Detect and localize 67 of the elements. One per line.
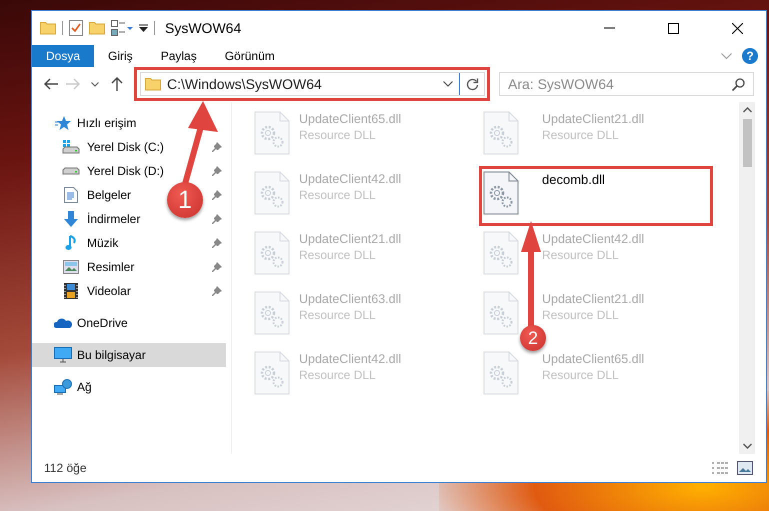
sidebar-item[interactable]: Belgeler	[62, 183, 132, 207]
address-field[interactable]: C:\Windows\SysWOW64	[140, 72, 485, 96]
search-icon[interactable]	[732, 78, 745, 90]
close-icon	[732, 22, 742, 34]
scrollbar-thumb[interactable]	[742, 119, 752, 167]
cloud-icon	[54, 317, 72, 329]
sidebar-item[interactable]: OneDrive	[54, 311, 128, 335]
sidebar-item[interactable]: Bu bilgisayar	[32, 343, 226, 367]
properties-icon[interactable]	[69, 20, 83, 36]
pin-icon[interactable]	[212, 286, 222, 296]
pin-icon[interactable]	[212, 142, 222, 152]
file-type: Resource DLL	[299, 368, 377, 382]
pin-icon[interactable]	[212, 190, 222, 200]
new-folder-icon[interactable]	[89, 21, 105, 35]
sidebar-item[interactable]: Müzik	[62, 231, 118, 255]
pin-icon[interactable]	[212, 238, 222, 248]
back-arrow-icon	[44, 78, 58, 90]
sidebar-item[interactable]: Hızlı erişim	[54, 111, 136, 135]
pictures-icon	[62, 260, 80, 274]
file-type: Resource DLL	[299, 188, 377, 202]
sidebar-item[interactable]: Videolar	[62, 279, 131, 303]
computer-icon	[54, 347, 72, 363]
folder-icon[interactable]	[40, 21, 56, 35]
system-drive-icon	[62, 139, 80, 155]
file-name[interactable]: decomb.dll	[542, 172, 605, 187]
videos-icon	[62, 283, 80, 299]
sidebar-item[interactable]: Resimler	[62, 255, 134, 279]
sidebar-item[interactable]: Yerel Disk (C:)	[62, 135, 164, 159]
view-options-icon[interactable]	[111, 20, 133, 36]
file-type: Resource DLL	[299, 248, 377, 262]
star-icon	[54, 115, 72, 131]
large-icons-view-icon[interactable]	[737, 461, 753, 475]
downloads-icon	[62, 211, 80, 227]
details-view-icon[interactable]	[711, 461, 729, 475]
file-type: Resource DLL	[299, 308, 377, 322]
file-type: Resource DLL	[299, 128, 377, 142]
caret-icon	[91, 82, 99, 86]
sidebar-item[interactable]: Ağ	[54, 375, 92, 399]
pin-icon[interactable]	[212, 214, 222, 224]
documents-icon	[62, 187, 80, 203]
pin-icon[interactable]	[212, 166, 222, 176]
drive-icon	[62, 167, 80, 175]
file-type: Resource DLL	[542, 128, 620, 142]
sidebar-item[interactable]: Yerel Disk (D:)	[62, 159, 164, 183]
item-count: 112 öğe	[44, 461, 86, 475]
ribbon-tab[interactable]: Dosya	[32, 45, 94, 67]
help-button[interactable]: ?	[742, 48, 758, 64]
forward-arrow-icon	[66, 78, 80, 90]
refresh-icon	[466, 78, 478, 90]
scrollbar[interactable]	[739, 102, 755, 454]
caret-icon[interactable]	[443, 81, 453, 87]
pin-icon[interactable]	[212, 262, 222, 272]
file-type: Resource DLL	[542, 248, 620, 262]
ribbon-tab[interactable]: Görünüm	[210, 45, 289, 67]
sidebar-item[interactable]: İndirmeler	[62, 207, 140, 231]
ribbon-tab[interactable]: Paylaş	[146, 45, 211, 67]
network-icon	[54, 379, 72, 395]
dll-file-icon[interactable]	[483, 171, 519, 215]
ribbon-tab[interactable]: Giriş	[94, 45, 147, 67]
maximize-icon	[668, 22, 678, 34]
folder-icon	[145, 77, 161, 91]
customize-toolbar-icon[interactable]	[139, 24, 148, 32]
file-type: Resource DLL	[542, 368, 620, 382]
minimize-icon	[604, 27, 614, 29]
up-arrow-icon	[111, 77, 123, 91]
window-title: SysWOW64	[165, 20, 242, 36]
file-type: Resource DLL	[542, 308, 620, 322]
